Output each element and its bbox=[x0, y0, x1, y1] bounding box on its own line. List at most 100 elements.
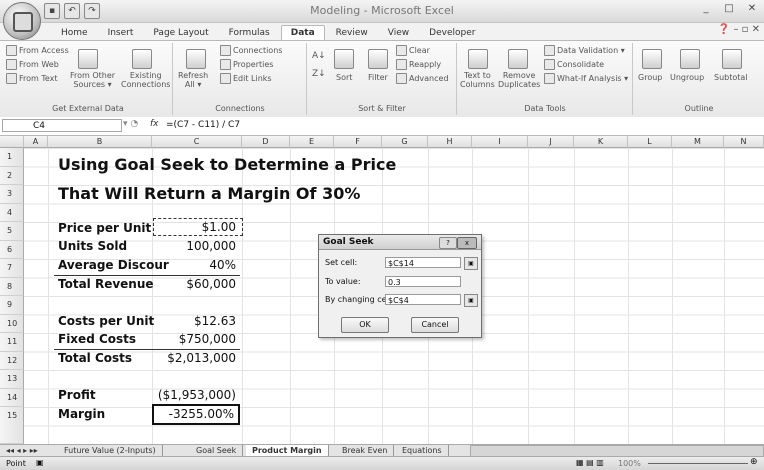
tab-insert[interactable]: Insert bbox=[99, 26, 143, 40]
column-header-m[interactable]: M bbox=[672, 136, 724, 148]
minimize-icon[interactable]: _ bbox=[696, 2, 716, 16]
name-box[interactable]: C4 bbox=[2, 119, 122, 132]
row-header-15[interactable]: 15 bbox=[0, 407, 24, 444]
collapse-dialog-icon[interactable]: ▣ bbox=[464, 257, 478, 270]
fixed-costs-label[interactable]: Fixed Costs bbox=[58, 332, 136, 346]
column-header-f[interactable]: F bbox=[334, 136, 382, 148]
sort-button[interactable]: Sort bbox=[336, 73, 352, 82]
from-text-button[interactable]: From Text bbox=[6, 73, 58, 84]
row-header-10[interactable]: 10 bbox=[0, 314, 24, 333]
macro-record-icon[interactable]: ▣ bbox=[36, 458, 44, 467]
tab-home[interactable]: Home bbox=[52, 26, 97, 40]
total-costs-value[interactable]: $2,013,000 bbox=[138, 351, 236, 365]
office-button[interactable] bbox=[3, 2, 41, 40]
column-header-b[interactable]: B bbox=[48, 136, 152, 148]
fixed-costs-value[interactable]: $750,000 bbox=[152, 332, 236, 346]
sort-az-icon[interactable]: A↓ bbox=[312, 51, 326, 61]
total-revenue-value[interactable]: $60,000 bbox=[152, 277, 236, 291]
column-header-d[interactable]: D bbox=[242, 136, 290, 148]
tab-developer[interactable]: Developer bbox=[420, 26, 484, 40]
remove-duplicates-button[interactable]: Remove Duplicates bbox=[498, 71, 540, 89]
column-header-k[interactable]: K bbox=[574, 136, 628, 148]
insert-function-icon[interactable]: fx bbox=[150, 119, 159, 129]
zoom-slider[interactable] bbox=[648, 463, 748, 464]
zoom-in-icon[interactable]: ⊕ bbox=[750, 457, 758, 467]
clear-button[interactable]: Clear bbox=[396, 45, 430, 56]
close-button[interactable]: x bbox=[457, 237, 477, 249]
help-icon[interactable]: ❓ bbox=[718, 24, 730, 35]
title-line-2[interactable]: That Will Return a Margin Of 30% bbox=[58, 184, 360, 203]
filter-button[interactable]: Filter bbox=[368, 73, 388, 82]
column-header-c[interactable]: C bbox=[152, 136, 242, 148]
margin-label[interactable]: Margin bbox=[58, 407, 105, 421]
connections-button[interactable]: Connections bbox=[220, 45, 282, 56]
formula-input[interactable]: =(C7 - C11) / C7 bbox=[166, 120, 240, 130]
edit-links-button[interactable]: Edit Links bbox=[220, 73, 272, 84]
tab-view[interactable]: View bbox=[379, 26, 418, 40]
units-sold-value[interactable]: 100,000 bbox=[152, 239, 236, 253]
total-revenue-label[interactable]: Total Revenue bbox=[58, 277, 154, 291]
row-header-9[interactable]: 9 bbox=[0, 296, 24, 315]
help-button[interactable]: ? bbox=[439, 237, 457, 249]
profit-label[interactable]: Profit bbox=[58, 388, 96, 402]
from-web-button[interactable]: From Web bbox=[6, 59, 59, 70]
ribbon-close-icon[interactable]: ✕ bbox=[752, 24, 760, 35]
row-header-3[interactable]: 3 bbox=[0, 185, 24, 204]
row-header-2[interactable]: 2 bbox=[0, 166, 24, 185]
from-access-button[interactable]: From Access bbox=[6, 45, 69, 56]
refresh-all-button[interactable]: Refresh All ▾ bbox=[178, 71, 208, 89]
view-buttons[interactable]: ▦ ▤ ▥ bbox=[576, 458, 604, 467]
set-cell-input[interactable]: $C$14 bbox=[385, 257, 461, 268]
row-header-1[interactable]: 1 bbox=[0, 148, 24, 167]
column-header-a[interactable]: A bbox=[24, 136, 48, 148]
row-header-12[interactable]: 12 bbox=[0, 351, 24, 370]
column-header-n[interactable]: N bbox=[724, 136, 764, 148]
row-header-8[interactable]: 8 bbox=[0, 277, 24, 296]
name-box-dropdown-icon[interactable]: ▾ ◔ bbox=[123, 119, 138, 129]
price-per-unit-value[interactable]: $1.00 bbox=[153, 218, 243, 236]
costs-per-unit-label[interactable]: Costs per Unit bbox=[58, 314, 154, 328]
maximize-icon[interactable]: □ bbox=[719, 2, 739, 16]
row-header-14[interactable]: 14 bbox=[0, 388, 24, 407]
column-header-h[interactable]: H bbox=[428, 136, 472, 148]
text-to-columns-button[interactable]: Text to Columns bbox=[460, 71, 495, 89]
reapply-button[interactable]: Reapply bbox=[396, 59, 441, 70]
title-line-1[interactable]: Using Goal Seek to Determine a Price bbox=[58, 155, 396, 174]
sheet-tab-goal-seek[interactable]: Goal Seek bbox=[190, 445, 244, 456]
existing-connections-button[interactable]: Existing Connections bbox=[121, 71, 170, 89]
column-header-e[interactable]: E bbox=[290, 136, 334, 148]
row-header-13[interactable]: 13 bbox=[0, 370, 24, 389]
sheet-tab-break-even[interactable]: Break Even bbox=[336, 445, 395, 456]
data-validation-button[interactable]: Data Validation ▾ bbox=[544, 45, 625, 56]
tab-data[interactable]: Data bbox=[280, 25, 325, 40]
close-icon[interactable]: ✕ bbox=[742, 2, 762, 16]
row-header-7[interactable]: 7 bbox=[0, 259, 24, 278]
column-header-g[interactable]: G bbox=[382, 136, 428, 148]
price-per-unit-label[interactable]: Price per Unit bbox=[58, 221, 151, 235]
sheet-tab-future-value[interactable]: Future Value (2-Inputs) bbox=[58, 445, 163, 456]
ungroup-button[interactable]: Ungroup bbox=[670, 73, 704, 82]
tab-review[interactable]: Review bbox=[327, 26, 377, 40]
tab-scroll-buttons[interactable]: ◂◂ ◂ ▸ ▸▸ bbox=[0, 445, 44, 456]
tab-page-layout[interactable]: Page Layout bbox=[144, 26, 217, 40]
consolidate-button[interactable]: Consolidate bbox=[544, 59, 604, 70]
cancel-button[interactable]: Cancel bbox=[411, 317, 459, 333]
from-other-sources-button[interactable]: From Other Sources ▾ bbox=[70, 71, 115, 89]
profit-value[interactable]: ($1,953,000) bbox=[138, 388, 236, 402]
ribbon-minimize-icon[interactable]: – bbox=[733, 24, 738, 35]
row-header-4[interactable]: 4 bbox=[0, 203, 24, 222]
zoom-level[interactable]: 100% bbox=[618, 459, 641, 468]
column-header-j[interactable]: J bbox=[528, 136, 574, 148]
properties-button[interactable]: Properties bbox=[220, 59, 273, 70]
units-sold-label[interactable]: Units Sold bbox=[58, 239, 127, 253]
sheet-tab-product-margin[interactable]: Product Margin bbox=[246, 445, 329, 456]
row-header-5[interactable]: 5 bbox=[0, 222, 24, 241]
column-header-i[interactable]: I bbox=[472, 136, 528, 148]
what-if-analysis-button[interactable]: What-If Analysis ▾ bbox=[544, 73, 628, 84]
sort-za-icon[interactable]: Z↓ bbox=[312, 69, 326, 79]
ribbon-restore-icon[interactable]: ▫ bbox=[742, 24, 749, 35]
to-value-input[interactable]: 0.3 bbox=[385, 276, 461, 287]
ok-button[interactable]: OK bbox=[341, 317, 389, 333]
sheet-tab-equations[interactable]: Equations bbox=[396, 445, 449, 456]
margin-value[interactable]: -3255.00% bbox=[152, 404, 240, 425]
